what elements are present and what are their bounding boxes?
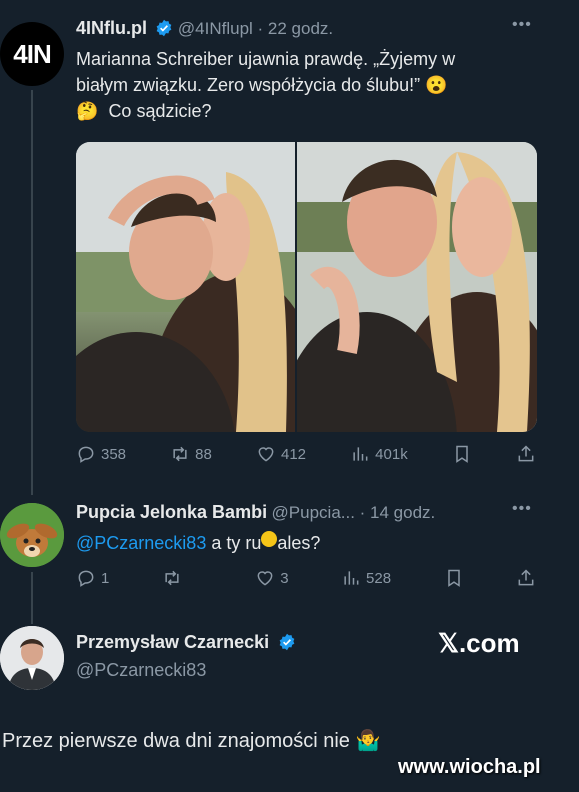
post-caption-text: Przez pierwsze dwa dni znajomości nie: [2, 730, 350, 752]
tweet2-like-button[interactable]: 3: [255, 568, 289, 588]
tweet2-text-a: a ty ru: [206, 533, 262, 553]
tweet1-share-button[interactable]: [516, 444, 536, 464]
share-icon: [518, 445, 534, 462]
tweet1-time[interactable]: 22 godz.: [268, 19, 333, 38]
photo-left-illustration: [76, 142, 295, 432]
bambi-avatar-icon: [0, 503, 64, 567]
avatar-4in-text: 4IN: [13, 38, 51, 69]
tweet1-views-button[interactable]: 401k: [350, 444, 408, 464]
verified-badge-icon: [157, 19, 172, 37]
shrug-emoji-icon: 🤷‍♂️: [355, 730, 381, 752]
tweet1-separator: ·: [252, 19, 268, 38]
tweet3-header: Przemysław Czarnecki: [76, 632, 296, 653]
tweet1-retweet-button[interactable]: 88: [170, 444, 212, 464]
tweet2-views-button[interactable]: 528: [341, 568, 391, 588]
tweet2-retweet-button[interactable]: [162, 568, 203, 588]
tweet1-text: Marianna Schreiber ujawnia prawdę. „Żyje…: [76, 46, 556, 124]
thinking-emoji-icon: 🤔: [76, 101, 99, 121]
tweet2-reply-button[interactable]: 1: [76, 568, 109, 588]
retweet-icon: [165, 570, 179, 586]
views-icon: [344, 571, 359, 585]
tweet3-handle[interactable]: @PCzarnecki83: [76, 660, 206, 681]
tweet2-bookmark-button[interactable]: [444, 568, 464, 588]
tweet1-header: 4INflu.pl @4INflupl · 22 godz.: [76, 18, 333, 39]
share-icon: [518, 569, 534, 586]
tweet1-like-count: 412: [281, 445, 307, 463]
tweet2-display-name[interactable]: Pupcia Jelonka Bambi: [76, 502, 267, 522]
thread-line-2: [31, 572, 33, 624]
tweet1-photo-left[interactable]: [76, 142, 295, 432]
tweet1-like-button[interactable]: 412: [256, 444, 306, 464]
watermark: www.wiocha.pl: [398, 756, 541, 778]
avatar-4influ[interactable]: 4IN: [0, 22, 64, 86]
person-avatar-icon: [0, 626, 64, 690]
heart-icon: [258, 447, 274, 462]
tweet1-retweet-count: 88: [195, 445, 212, 463]
tweet1-bookmark-button[interactable]: [452, 444, 472, 464]
tweet1-actions: 358 88 412 401k: [76, 444, 536, 464]
tweet2-separator: ·: [354, 503, 371, 522]
tweet2-actions: 1 3 528: [76, 568, 536, 588]
avatar-pupcia[interactable]: [0, 503, 64, 567]
tweet2-reply-count: 1: [101, 569, 110, 587]
surprised-emoji-icon: 😮: [425, 75, 448, 95]
avatar-czarnecki[interactable]: [0, 626, 64, 690]
tweet2-handle[interactable]: @Pupcia...: [272, 503, 355, 522]
tweet2-like-count: 3: [280, 569, 289, 587]
tweet2-text: @PCzarnecki83 a ty ru ales?: [76, 530, 320, 556]
photo-right-illustration: [297, 142, 537, 432]
views-icon: [353, 447, 368, 461]
tweet1-reply-button[interactable]: 358: [76, 444, 126, 464]
tweet1-handle[interactable]: @4INflupl: [178, 19, 253, 38]
bookmark-icon: [456, 445, 468, 463]
tweet2-views-count: 528: [366, 569, 392, 587]
tweet1-display-name[interactable]: 4INflu.pl: [76, 18, 147, 38]
reply-icon: [78, 446, 94, 463]
tweet3-display-name[interactable]: Przemysław Czarnecki: [76, 632, 269, 652]
tweet2-header: Pupcia Jelonka Bambi @Pupcia... · 14 god…: [76, 502, 435, 523]
heart-icon: [257, 571, 273, 586]
bookmark-icon: [447, 569, 460, 587]
tweet1-reply-count: 358: [101, 445, 127, 463]
x-com-logo: 𝕏.com: [438, 628, 520, 658]
tweet2-share-button[interactable]: [516, 568, 536, 588]
tweet1-more-icon[interactable]: •••: [512, 16, 532, 34]
verified-badge-icon: [279, 633, 294, 651]
post-caption: Przez pierwsze dwa dni znajomości nie 🤷‍…: [2, 728, 380, 753]
tweet2-time[interactable]: 14 godz.: [370, 503, 435, 522]
tweet1-views-count: 401k: [375, 445, 408, 463]
tweet1-text-line2: białym związku. Zero współżycia do ślubu…: [76, 75, 421, 95]
tweet2-more-icon[interactable]: •••: [512, 500, 532, 518]
tweet2-mention-link[interactable]: @PCzarnecki83: [76, 533, 206, 553]
thread-line-1: [31, 90, 33, 495]
tweet1-text-line1: Marianna Schreiber ujawnia prawdę. „Żyje…: [76, 49, 456, 69]
retweet-icon: [173, 446, 187, 462]
tweet1-photo-right[interactable]: [297, 142, 537, 432]
tweet2-text-b: ales?: [277, 533, 321, 553]
tweet1-text-line3: Co sądzicie?: [108, 101, 212, 121]
reply-icon: [78, 570, 94, 587]
censor-emoji-icon: [261, 531, 278, 547]
